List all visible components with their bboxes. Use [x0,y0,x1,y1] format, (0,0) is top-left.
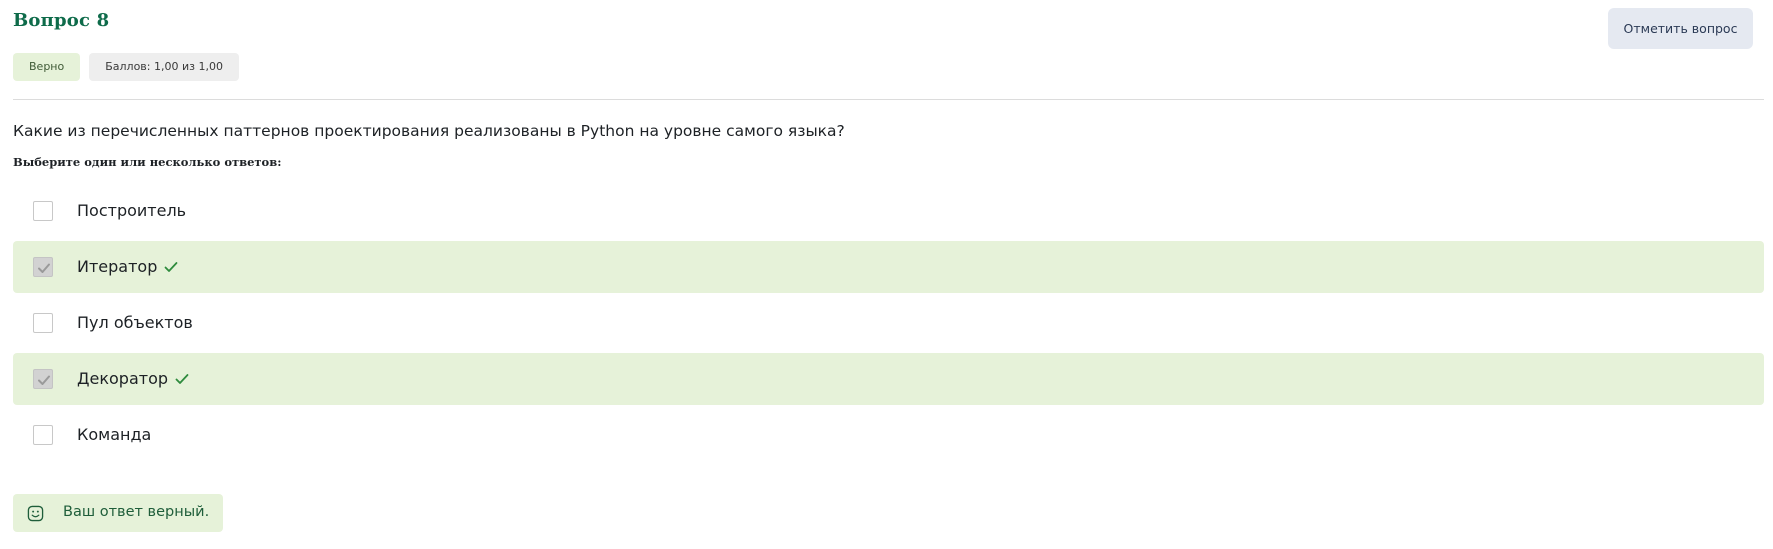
answer-option[interactable]: Команда [13,409,1764,461]
answer-label: Построитель [77,201,186,220]
answer-option[interactable]: Построитель [13,185,1764,237]
answer-label-text: Декоратор [77,369,169,388]
answer-label-text: Пул объектов [77,313,193,332]
answer-checkbox-checked[interactable] [33,257,53,277]
divider [13,99,1764,100]
question-text: Какие из перечисленных паттернов проекти… [13,122,845,140]
question-badges: Верно Баллов: 1,00 из 1,00 [13,53,239,81]
answer-label: Декоратор [77,369,190,388]
answer-label: Команда [77,425,151,444]
answer-options: Построитель Итератор Пул объектов Декора… [13,185,1764,465]
feedback-box: Ваш ответ верный. [13,494,223,532]
answer-label-text: Итератор [77,257,158,276]
answer-checkbox-checked[interactable] [33,369,53,389]
answer-prompt: Выберите один или несколько ответов: [13,155,282,169]
checkmark-icon [38,263,50,273]
answer-label: Итератор [77,257,179,276]
answer-checkbox[interactable] [33,201,53,221]
feedback-text: Ваш ответ верный. [63,504,210,520]
question-card: Вопрос 8 Отметить вопрос Верно Баллов: 1… [0,0,1773,549]
smile-icon [27,505,44,522]
status-badge: Верно [13,53,81,81]
answer-checkbox[interactable] [33,425,53,445]
checkmark-icon [38,375,50,385]
correct-tick-icon [164,261,178,272]
grade-badge: Баллов: 1,00 из 1,00 [89,53,239,81]
answer-label-text: Построитель [77,201,187,220]
correct-tick-icon [175,373,189,384]
answer-option-correct[interactable]: Итератор [13,241,1764,293]
answer-option-correct[interactable]: Декоратор [13,353,1764,405]
question-title: Вопрос 8 [13,10,110,31]
answer-checkbox[interactable] [33,313,53,333]
answer-label-text: Команда [77,425,152,444]
answer-option[interactable]: Пул объектов [13,297,1764,349]
flag-question-button[interactable]: Отметить вопрос [1608,8,1753,49]
answer-label: Пул объектов [77,313,193,332]
